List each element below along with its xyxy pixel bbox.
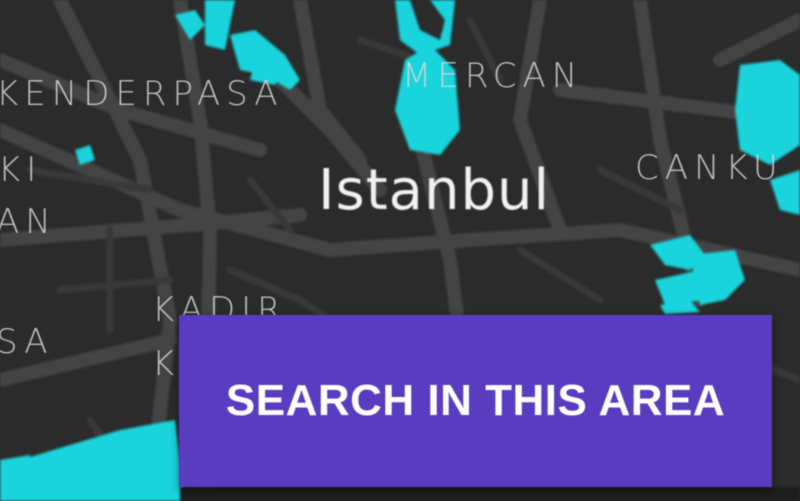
district-label-sa: SA xyxy=(0,322,54,362)
map-view[interactable]: MERCAN KENDERPASA CANKU KI AN KADIR K SA… xyxy=(0,0,800,501)
district-label-cankurtaran: CANKU xyxy=(635,148,784,188)
bottom-strip xyxy=(180,487,800,501)
search-in-this-area-button[interactable]: SEARCH IN THIS AREA xyxy=(179,315,772,487)
district-label-iskenderpasa: KENDERPASA xyxy=(0,74,284,114)
city-label: Istanbul xyxy=(318,158,551,223)
district-label-mercan: MERCAN xyxy=(402,56,584,96)
district-label-an: AN xyxy=(0,202,57,242)
district-label-ki: KI xyxy=(0,150,43,190)
district-label-kadirga-bottom: K xyxy=(152,344,181,384)
